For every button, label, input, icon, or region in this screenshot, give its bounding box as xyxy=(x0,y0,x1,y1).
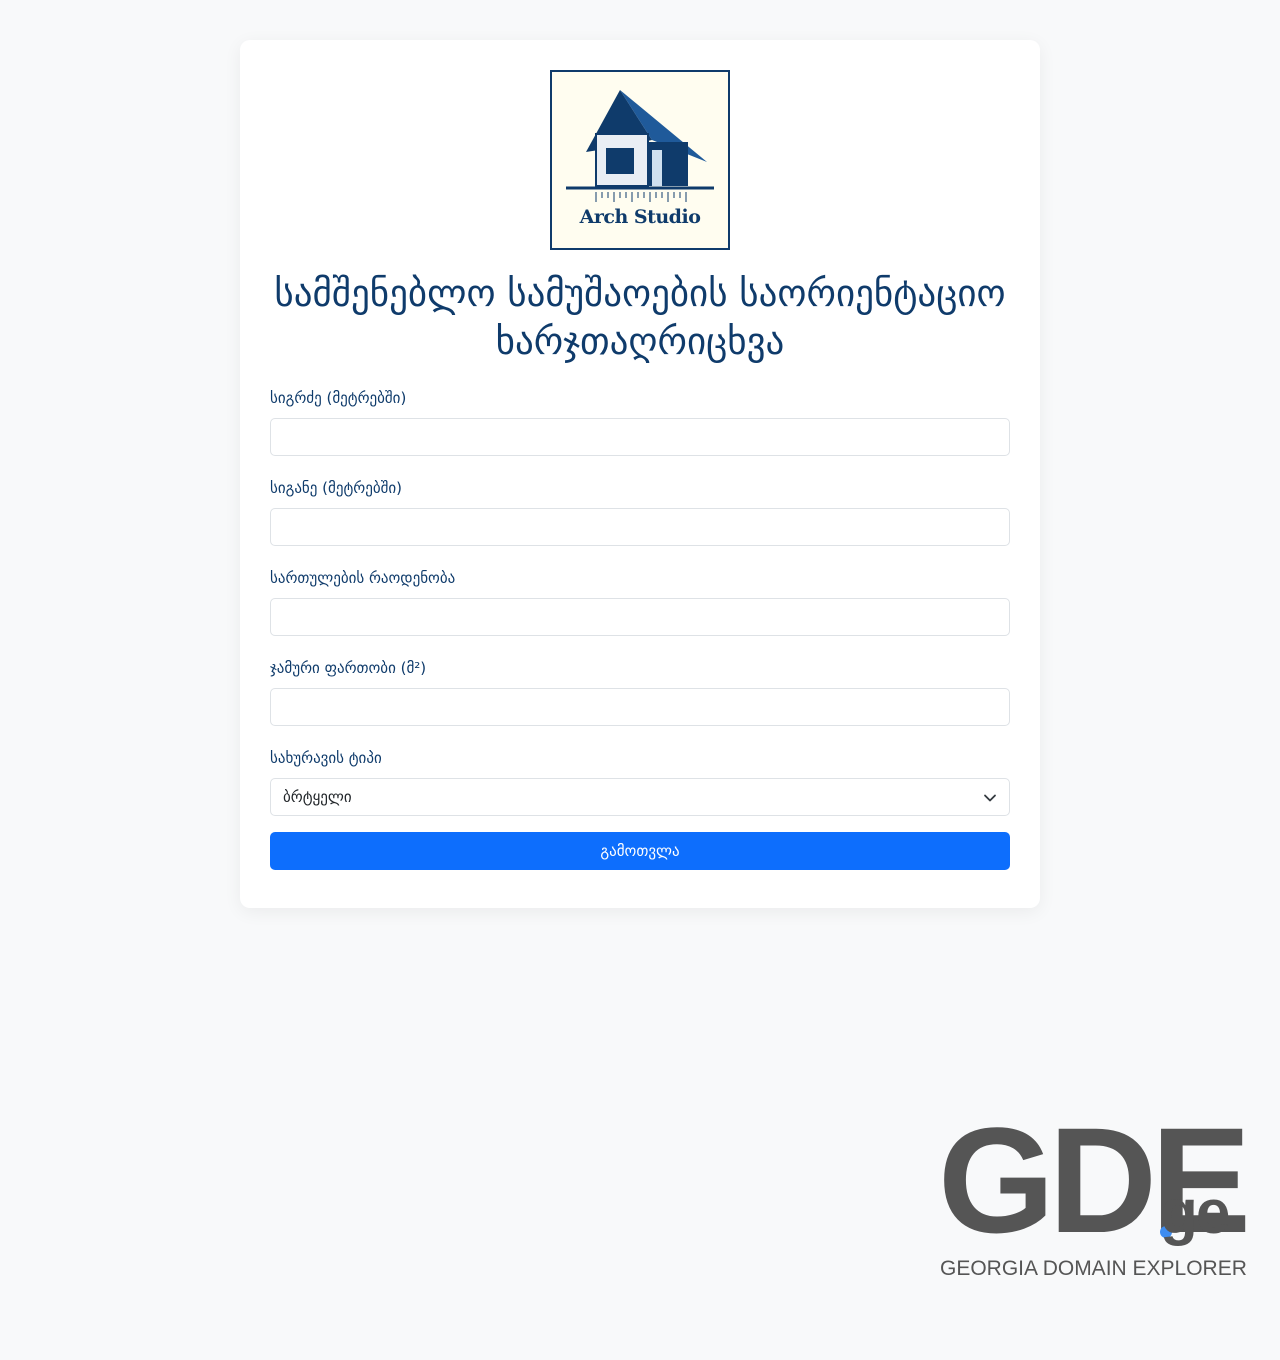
calculator-card: Arch Studio სამშენებლო სამუშაოების საორი… xyxy=(240,40,1040,908)
logo-text: Arch Studio xyxy=(579,206,701,228)
roof-label: სახურავის ტიპი xyxy=(270,749,382,767)
roof-field-group: სახურავის ტიპი ბრტყელი xyxy=(270,748,1010,816)
gde-brand-logo: GDE ge GEORGIA DOMAIN EXPLORER xyxy=(938,1105,1251,1285)
chevron-down-icon xyxy=(984,794,996,802)
floors-label: სართულების რაოდენობა xyxy=(270,569,456,587)
width-label: სიგანე (მეტრებში) xyxy=(270,479,402,497)
floors-field-group: სართულების რაოდენობა xyxy=(270,568,1010,636)
length-field-group: სიგრძე (მეტრებში) xyxy=(270,388,1010,456)
length-input[interactable] xyxy=(270,418,1010,456)
area-field-group: ჯამური ფართობი (მ²) xyxy=(270,658,1010,726)
width-field-group: სიგანე (მეტრებში) xyxy=(270,478,1010,546)
gde-suffix: ge xyxy=(1160,1178,1230,1247)
page-title: სამშენებლო სამუშაოების საორიენტაციო ხარჯ… xyxy=(274,272,1006,363)
floors-input[interactable] xyxy=(270,598,1010,636)
width-input[interactable] xyxy=(270,508,1010,546)
calculate-button[interactable]: გამოთვლა xyxy=(270,832,1010,870)
length-label: სიგრძე (მეტრებში) xyxy=(270,389,407,407)
roof-type-select[interactable]: ბრტყელი xyxy=(270,778,1010,816)
gde-tagline: GEORGIA DOMAIN EXPLORER xyxy=(940,1257,1247,1280)
arch-studio-logo: Arch Studio xyxy=(550,70,730,250)
area-input[interactable] xyxy=(270,688,1010,726)
roof-type-selected: ბრტყელი xyxy=(283,788,352,806)
area-label: ჯამური ფართობი (მ²) xyxy=(270,659,427,677)
